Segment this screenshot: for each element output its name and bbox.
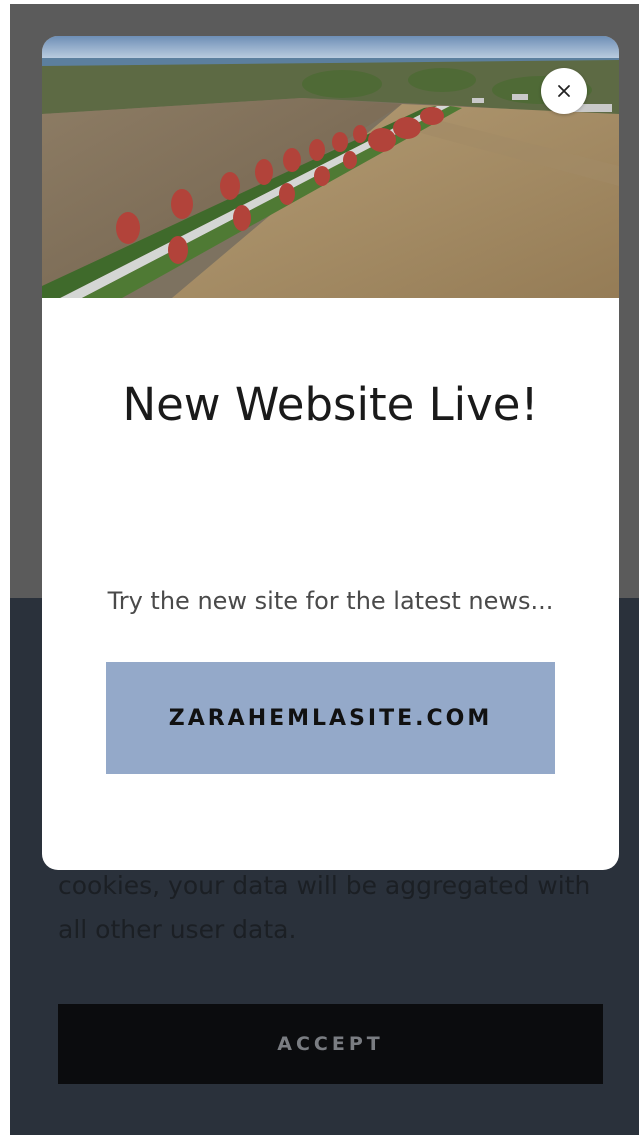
modal-title: New Website Live! — [122, 378, 539, 431]
close-modal-button[interactable] — [541, 68, 587, 114]
cookie-notice-text: cookies, your data will be aggregated wi… — [58, 871, 591, 944]
accept-cookies-button[interactable]: ACCEPT — [58, 1004, 603, 1084]
visit-site-button[interactable]: ZARAHEMLASITE.COM — [106, 662, 555, 774]
landscape-image — [42, 36, 619, 298]
modal-subtitle: Try the new site for the latest news... — [107, 587, 554, 615]
announcement-modal: New Website Live! Try the new site for t… — [42, 36, 619, 870]
close-icon — [558, 85, 570, 97]
